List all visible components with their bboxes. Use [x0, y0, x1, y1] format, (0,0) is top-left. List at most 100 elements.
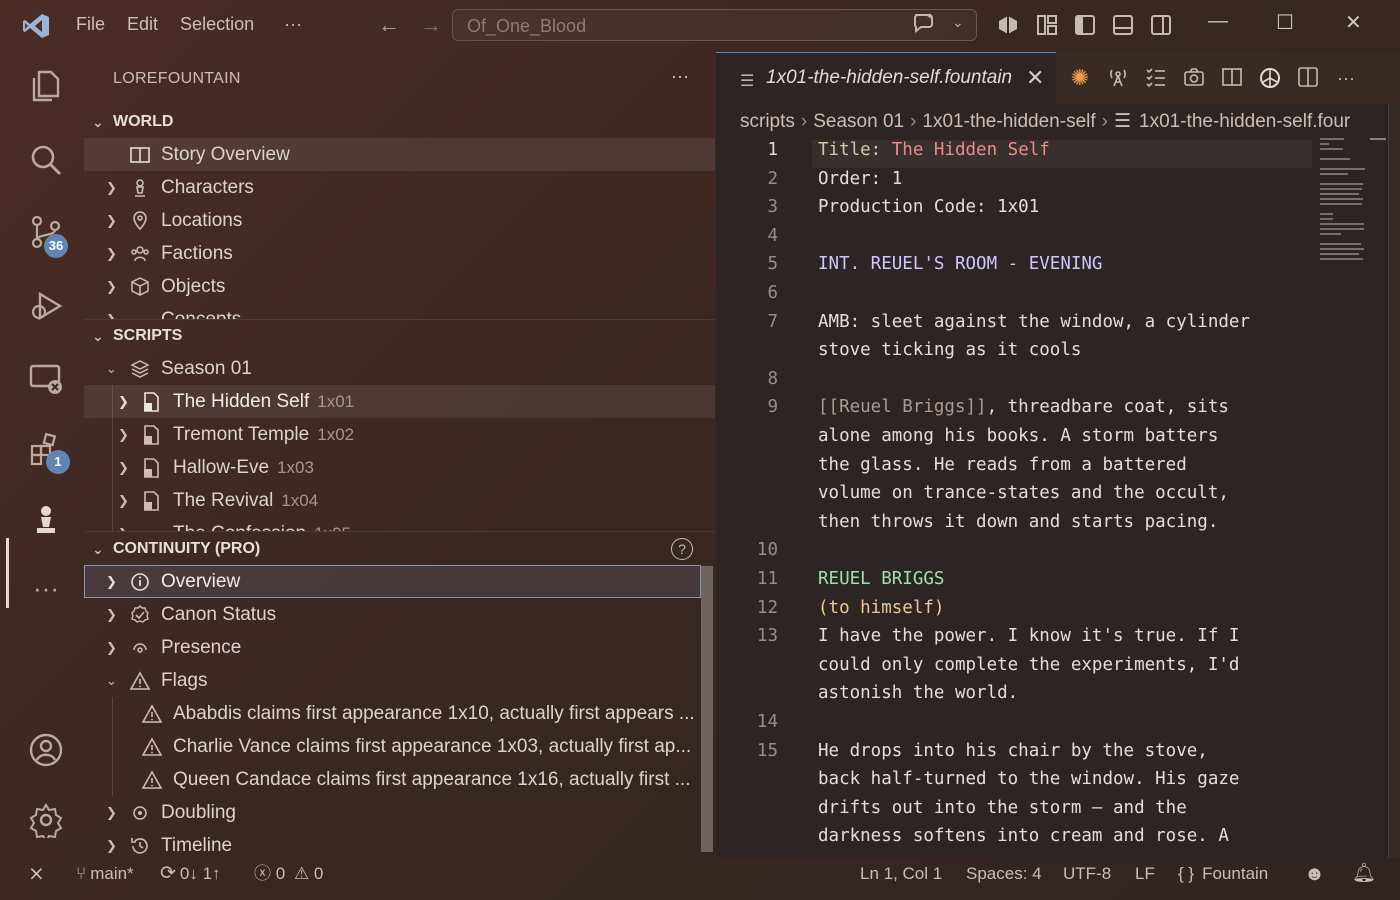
world-item-factions[interactable]: ❯ Factions	[84, 237, 715, 270]
checklist-icon[interactable]	[1144, 66, 1168, 90]
bell-icon[interactable]: 🔔︎	[1352, 858, 1376, 890]
world-item-story-overview[interactable]: Story Overview	[84, 138, 715, 171]
menu-selection[interactable]: Selection	[180, 14, 254, 35]
breadcrumb-item[interactable]: Season 01	[813, 111, 904, 132]
sync-indicator[interactable]: ⟳ 0↓ 1↑	[160, 858, 221, 890]
episode-code: 1x04	[281, 491, 319, 510]
menu-more[interactable]: ···	[284, 14, 302, 35]
extensions-icon[interactable]: 1	[28, 432, 70, 474]
episode-1x03[interactable]: ❯ Hallow-Eve 1x03	[84, 451, 715, 484]
secondary-sidebar-edge	[1388, 104, 1400, 858]
sidebar-scrollbar[interactable]	[701, 566, 713, 852]
source-control-badge: 36	[44, 234, 68, 258]
episode-1x01[interactable]: ❯ The Hidden Self 1x01	[84, 385, 715, 418]
close-window-icon[interactable]: ✕	[1345, 10, 1362, 35]
world-item-locations[interactable]: ❯ Locations	[84, 204, 715, 237]
menu-file[interactable]: File	[76, 14, 105, 35]
minimap-line	[1320, 173, 1348, 175]
world-item-concepts[interactable]: ❯ Concepts	[84, 303, 715, 319]
explorer-icon[interactable]	[28, 68, 64, 104]
indentation[interactable]: Spaces: 4	[966, 858, 1042, 890]
minimap-line	[1320, 233, 1341, 235]
copilot-status-icon[interactable]: ☻	[1304, 858, 1325, 890]
episode-1x04[interactable]: ❯ The Revival 1x04	[84, 484, 715, 517]
problems-indicator[interactable]: ⓧ 0 ⚠ 0	[254, 858, 323, 890]
forward-arrow-icon[interactable]: →	[420, 12, 442, 38]
settings-gear-icon[interactable]	[28, 802, 64, 843]
section-world-header[interactable]: ⌄ WORLD	[84, 107, 715, 137]
run-debug-icon[interactable]	[28, 288, 64, 324]
back-arrow-icon[interactable]: ←	[378, 12, 400, 38]
chevron-right-icon: ❯	[106, 640, 117, 655]
help-icon[interactable]: ?	[671, 538, 693, 560]
warning-icon	[142, 737, 162, 756]
episode-code: 1x03	[277, 458, 314, 477]
toggle-secondary-sidebar-icon[interactable]	[1150, 14, 1172, 36]
lorefountain-chess-icon[interactable]	[28, 502, 64, 538]
encoding[interactable]: UTF-8	[1063, 858, 1111, 890]
continuity-item-canon-status[interactable]: ❯ Canon Status	[84, 598, 701, 631]
episode-1x05[interactable]: ❯ The Confession 1x05	[84, 517, 715, 531]
minimap-line	[1320, 193, 1359, 195]
continuity-item-flags[interactable]: ⌄ Flags	[84, 664, 701, 697]
minimize-icon[interactable]: —	[1208, 10, 1228, 33]
editor-scrollbar[interactable]	[1370, 138, 1386, 140]
minimap[interactable]	[1320, 138, 1368, 288]
line-number: 14	[756, 712, 778, 732]
world-item-characters[interactable]: ❯ Characters	[84, 171, 715, 204]
maximize-icon[interactable]: ☐	[1276, 10, 1294, 35]
season-01-item[interactable]: ⌄ Season 01	[84, 352, 715, 385]
openai-icon[interactable]	[1258, 66, 1282, 90]
code-token: then throws it down and starts pacing.	[818, 511, 1219, 532]
language-mode[interactable]: { } Fountain	[1178, 858, 1268, 890]
breadcrumb-item[interactable]: scripts	[740, 111, 795, 132]
chat-sparkle-icon[interactable]	[912, 12, 936, 40]
code-editor[interactable]: 1 Title: The Hidden Self 2 Order: 1 3 Product…	[716, 138, 1316, 858]
account-icon[interactable]	[28, 732, 64, 768]
close-tab-icon[interactable]: ✕	[1026, 65, 1044, 91]
search-icon[interactable]	[28, 142, 64, 178]
editor-tab-active[interactable]: ☰ 1x01-the-hidden-self.fountain ✕	[716, 52, 1056, 104]
continuity-item-doubling[interactable]: ❯ Doubling	[84, 796, 701, 829]
cursor-position[interactable]: Ln 1, Col 1	[860, 858, 942, 890]
toggle-primary-sidebar-icon[interactable]	[1074, 14, 1096, 36]
continuity-item-overview[interactable]: ❯ Overview	[84, 565, 701, 598]
broadcast-tower-icon[interactable]	[1106, 66, 1130, 90]
command-center-search[interactable]: Of_One_Blood	[452, 9, 977, 41]
world-item-objects[interactable]: ❯ Objects	[84, 270, 715, 303]
editor-group: ☰ 1x01-the-hidden-self.fountain ✕ ✺ ··· …	[716, 52, 1400, 858]
remote-indicator-icon[interactable]: ⨯	[28, 858, 45, 890]
flag-item[interactable]: Ababdis claims first appearance 1x10, ac…	[84, 697, 701, 730]
flag-item[interactable]: Queen Candace claims first appearance 1x…	[84, 763, 701, 796]
source-control-icon[interactable]: 36	[28, 214, 68, 258]
camera-icon[interactable]	[1182, 66, 1206, 90]
more-actions-icon[interactable]: ···	[1334, 66, 1358, 90]
flag-label: Queen Candace claims first appearance 1x…	[173, 769, 691, 790]
end-of-line[interactable]: LF	[1135, 858, 1155, 890]
flag-item[interactable]: Charlie Vance claims first appearance 1x…	[84, 730, 701, 763]
line-number: 13	[756, 626, 778, 647]
menu-edit[interactable]: Edit	[127, 14, 158, 35]
split-editor-icon[interactable]	[1296, 66, 1320, 90]
branch-indicator[interactable]: ⑂ main*	[76, 858, 134, 890]
episode-1x02[interactable]: ❯ Tremont Temple 1x02	[84, 418, 715, 451]
continuity-item-presence[interactable]: ❯ Presence	[84, 631, 701, 664]
code-token: darkness softens into cream and rose. A	[818, 826, 1229, 847]
chevron-right-icon: ❯	[106, 180, 117, 195]
sparkle-burst-icon[interactable]: ✺	[1068, 66, 1092, 90]
copilot-icon[interactable]	[996, 14, 1020, 36]
sidebar-more-actions[interactable]: ···	[671, 66, 689, 87]
section-scripts-header[interactable]: ⌄ SCRIPTS	[84, 321, 715, 351]
layout-grid-icon[interactable]	[1036, 14, 1058, 36]
tab-label: 1x01-the-hidden-self.fountain	[766, 67, 1013, 88]
breadcrumb-item[interactable]: 1x01-the-hidden-self.four	[1139, 111, 1350, 132]
open-book-icon[interactable]	[1220, 66, 1244, 90]
more-views-icon[interactable]: ···	[28, 575, 64, 614]
chevron-down-icon[interactable]: ⌄	[952, 14, 964, 31]
remote-explorer-icon[interactable]	[28, 360, 64, 396]
toggle-panel-icon[interactable]	[1112, 14, 1134, 36]
continuity-item-timeline[interactable]: ❯ Timeline	[84, 829, 701, 858]
breadcrumb-item[interactable]: 1x01-the-hidden-self	[922, 111, 1095, 132]
warning-icon	[142, 704, 162, 723]
section-continuity-header[interactable]: ⌄ CONTINUITY (PRO)	[84, 534, 715, 564]
